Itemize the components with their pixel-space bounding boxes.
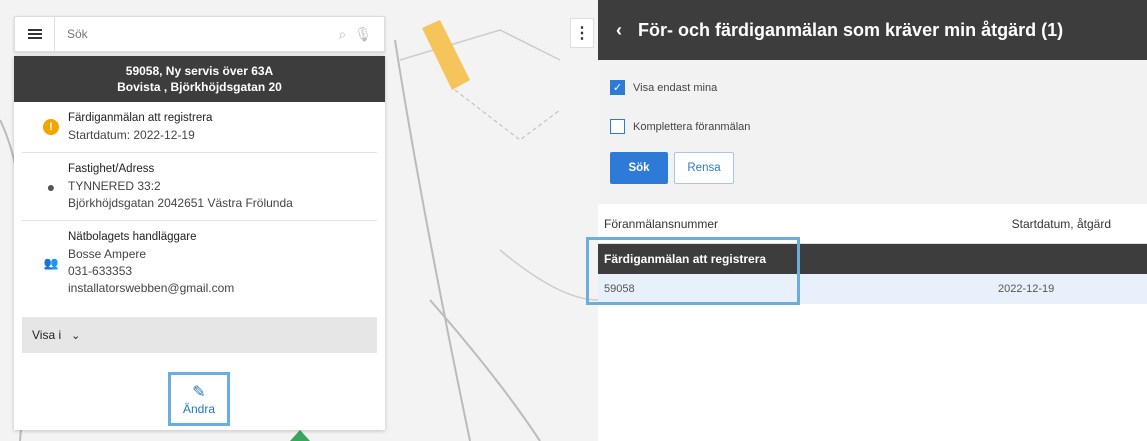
handler-name: Bosse Ampere	[68, 247, 147, 261]
checkbox-unchecked-icon[interactable]	[610, 119, 625, 134]
filter-section: ✓ Visa endast mina Komplettera föranmäla…	[598, 60, 1147, 204]
complete-label: Komplettera föranmälan	[633, 120, 751, 133]
location-pin-icon: ●	[46, 178, 56, 195]
card-subtitle: Bovista , Björkhöjdsgatan 20	[117, 80, 282, 94]
clear-button[interactable]: Rensa	[674, 152, 734, 184]
show-in-dropdown[interactable]: Visa i ⌄	[22, 317, 377, 353]
status-row: ! Färdiganmälan att registrera Startdatu…	[22, 102, 377, 153]
people-icon: 👥	[43, 256, 59, 270]
column-start-date[interactable]: Startdatum, åtgärd	[1012, 217, 1141, 231]
warning-icon: !	[43, 119, 59, 135]
edit-label: Ändra	[182, 402, 216, 416]
edit-icon: ✎	[192, 384, 206, 401]
map-menu-toggle[interactable]: ⋮	[570, 18, 594, 48]
column-number[interactable]: Föranmälansnummer	[604, 217, 718, 231]
status-label: Färdiganmälan att registrera	[68, 112, 213, 124]
handler-label: Nätbolagets handläggare	[68, 231, 197, 243]
start-date: Startdatum: 2022-12-19	[68, 128, 195, 142]
card-title: 59058, Ny servis över 63A	[125, 64, 274, 78]
chevron-down-icon: ⌄	[71, 329, 81, 342]
highlight-box	[586, 237, 800, 305]
handler-row: 👥 Nätbolagets handläggare Bosse Ampere 0…	[22, 221, 377, 305]
property-address: Björkhöjdsgatan 2042651 Västra Frölunda	[68, 196, 293, 210]
card-header: 59058, Ny servis över 63A Bovista , Björ…	[14, 56, 385, 102]
search-input[interactable]	[55, 17, 339, 51]
property-designation: TYNNERED 33:2	[68, 179, 161, 193]
property-label: Fastighet/Adress	[68, 163, 155, 175]
row-date: 2022-12-19	[998, 283, 1055, 295]
search-icon[interactable]: ⌕	[338, 26, 346, 43]
edit-button[interactable]: ✎ Ändra	[168, 372, 230, 426]
hamburger-menu-icon[interactable]	[15, 17, 55, 51]
panel-header: ‹ För- och färdiganmälan som kräver min …	[598, 0, 1147, 60]
map-search-bar: ⌕ 🎙	[14, 16, 385, 52]
handler-phone: 031-633353	[68, 264, 133, 278]
only-mine-label: Visa endast mina	[633, 81, 718, 94]
actions-panel: ‹ För- och färdiganmälan som kräver min …	[598, 0, 1147, 441]
handler-email: installatorswebben@gmail.com	[68, 281, 235, 295]
checkbox-checked-icon[interactable]: ✓	[610, 80, 625, 95]
panel-title: För- och färdiganmälan som kräver min åt…	[638, 19, 1064, 40]
complete-preregistration-checkbox[interactable]: Komplettera föranmälan	[610, 119, 1135, 134]
show-in-label: Visa i	[32, 328, 62, 342]
search-button[interactable]: Sök	[610, 152, 668, 184]
application-info-card: 59058, Ny servis över 63A Bovista , Björ…	[14, 56, 385, 430]
only-mine-checkbox[interactable]: ✓ Visa endast mina	[610, 80, 1135, 95]
microphone-icon[interactable]: 🎙	[354, 26, 372, 43]
back-chevron-icon[interactable]: ‹	[616, 20, 622, 41]
property-row: ● Fastighet/Adress TYNNERED 33:2 Björkhö…	[22, 153, 377, 221]
